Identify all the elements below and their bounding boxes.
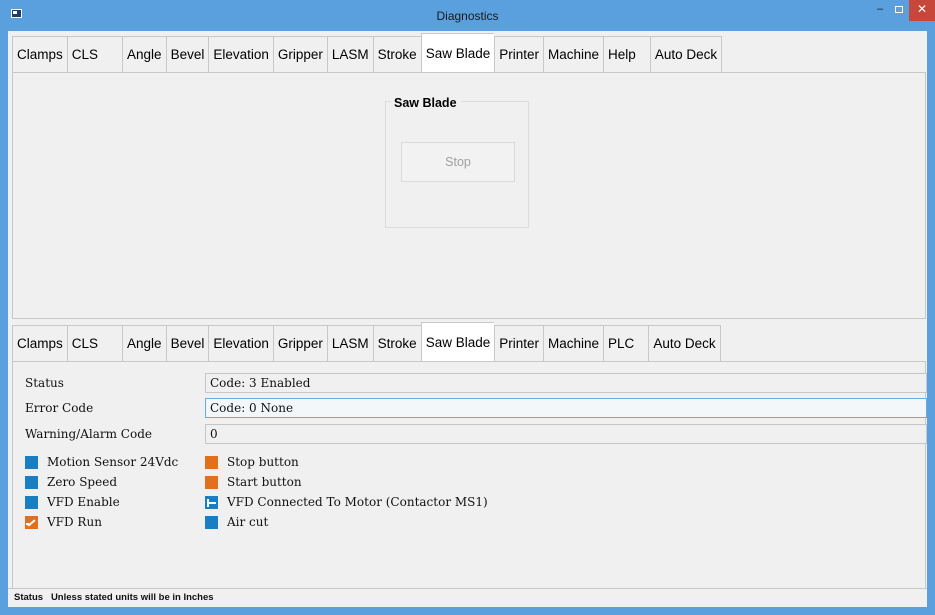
zero-speed-indicator: Zero Speed [25,475,117,489]
status-light-icon [205,515,218,529]
top-tab-elevation[interactable]: Elevation [208,36,273,73]
status-light-icon [25,475,38,489]
close-button[interactable]: ✕ [909,0,935,21]
motion-sensor-indicator: Motion Sensor 24Vdc [25,455,178,469]
start-button-indicator: Start button [205,475,302,489]
top-tab-help[interactable]: Help [603,36,650,73]
window-client-area: Clamps CLS Angle Bevel Elevation Gripper… [8,31,927,607]
bottom-tab-saw-blade[interactable]: Saw Blade [420,322,495,362]
bottom-tab-stroke[interactable]: Stroke [372,325,421,362]
bottom-tab-gripper[interactable]: Gripper [272,325,327,362]
top-tab-printer[interactable]: Printer [494,36,544,73]
status-bar-text: Status Unless stated units will be in In… [14,592,214,603]
maximize-button[interactable] [889,0,909,21]
status-light-icon [205,475,218,489]
saw-blade-status-panel: Status Code: 3 Enabled Error Code Code: … [12,361,927,607]
vfd-run-indicator: VFD Run [25,515,102,529]
bottom-tab-auto-deck[interactable]: Auto Deck [648,325,721,362]
window-title: Diagnostics [436,9,499,23]
start-button-indicator-label: Start button [227,475,302,489]
status-light-icon [25,495,38,509]
warning-alarm-code-field[interactable]: 0 [205,424,927,444]
warning-alarm-code-label: Warning/Alarm Code [25,427,152,441]
saw-blade-groupbox: Saw Blade Stop [385,96,529,228]
motion-sensor-label: Motion Sensor 24Vdc [47,455,179,469]
bottom-tab-printer[interactable]: Printer [494,325,544,362]
status-light-icon [25,455,38,469]
top-tab-cls[interactable]: CLS [66,36,123,73]
bottom-tab-machine[interactable]: Machine [543,325,604,362]
error-code-label: Error Code [25,401,94,415]
top-tab-clamps[interactable]: Clamps [12,36,67,73]
maximize-icon [895,6,903,13]
top-tab-angle[interactable]: Angle [122,36,166,73]
title-bar[interactable]: Diagnostics – ✕ [0,0,935,31]
bottom-tab-cls[interactable]: CLS [66,325,123,362]
error-code-field[interactable]: Code: 0 None [205,398,927,418]
status-light-icon [205,455,218,469]
bottom-tab-bevel[interactable]: Bevel [165,325,209,362]
top-tab-lasm[interactable]: LASM [326,36,373,73]
vfd-run-label: VFD Run [47,515,102,529]
zero-speed-label: Zero Speed [47,475,118,489]
bottom-tab-lasm[interactable]: LASM [326,325,373,362]
top-tab-bevel[interactable]: Bevel [165,36,209,73]
top-tab-saw-blade[interactable]: Saw Blade [420,33,495,73]
bottom-tab-clamps[interactable]: Clamps [12,325,67,362]
contactor-icon [205,495,218,509]
bottom-tab-elevation[interactable]: Elevation [208,325,273,362]
switch-closed-icon [25,515,38,529]
vfd-connected-label: VFD Connected To Motor (Contactor MS1) [227,495,488,509]
saw-blade-control-panel: Saw Blade Stop [12,72,926,319]
air-cut-indicator: Air cut [205,515,268,529]
top-tab-machine[interactable]: Machine [543,36,604,73]
vfd-enable-indicator: VFD Enable [25,495,120,509]
minimize-button[interactable]: – [871,0,889,21]
top-tab-strip: Clamps CLS Angle Bevel Elevation Gripper… [12,33,723,73]
vfd-enable-label: VFD Enable [47,495,120,509]
bottom-tab-plc[interactable]: PLC [603,325,649,362]
bottom-tab-angle[interactable]: Angle [122,325,166,362]
saw-blade-group-title: Saw Blade [390,96,461,110]
stop-button-indicator: Stop button [205,455,299,469]
top-tab-auto-deck[interactable]: Auto Deck [649,36,723,73]
air-cut-label: Air cut [227,515,269,529]
status-field[interactable]: Code: 3 Enabled [205,373,927,393]
stop-button-indicator-label: Stop button [227,455,299,469]
status-label: Status [25,376,64,390]
status-bar: Status Unless stated units will be in In… [8,588,927,607]
stop-button[interactable]: Stop [401,142,515,182]
top-tab-gripper[interactable]: Gripper [272,36,327,73]
bottom-tab-strip: Clamps CLS Angle Bevel Elevation Gripper… [12,322,721,362]
vfd-connected-indicator: VFD Connected To Motor (Contactor MS1) [205,495,488,509]
top-tab-stroke[interactable]: Stroke [372,36,421,73]
